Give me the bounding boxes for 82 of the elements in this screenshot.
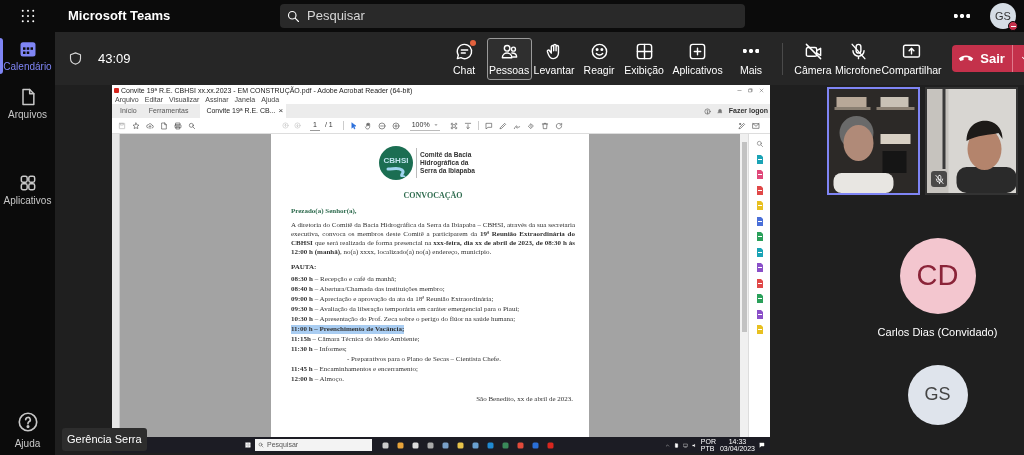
zoom-icon[interactable] [755, 140, 764, 148]
participant-name: Carlos Dias (Convidado) [877, 325, 998, 340]
tool-icon[interactable] [755, 294, 764, 303]
participant-avatar: GS [907, 364, 968, 425]
microphone-off-icon [933, 173, 945, 185]
rotate-icon[interactable] [554, 121, 563, 130]
minimize-icon[interactable] [737, 87, 742, 93]
rail-item[interactable]: Aplicativos [0, 166, 55, 214]
share-icon [902, 41, 922, 61]
search-icon [258, 442, 264, 448]
cursor-icon[interactable] [349, 121, 358, 130]
participant-avatar: CD [899, 238, 976, 314]
tool-icon[interactable] [755, 216, 764, 226]
print-icon[interactable] [174, 121, 182, 130]
star-icon[interactable] [132, 121, 140, 130]
plus-icon [688, 41, 708, 61]
leave-button[interactable]: Sair [951, 45, 1012, 72]
help-button[interactable]: Ajuda [0, 411, 55, 451]
zoom-in-icon[interactable] [391, 121, 400, 130]
mail-icon[interactable] [752, 121, 760, 130]
app-title: Microsoft Teams [68, 7, 172, 26]
cloud-upload-icon[interactable] [146, 121, 154, 130]
scrollbar[interactable] [740, 134, 748, 437]
tool-icon[interactable] [755, 170, 764, 179]
document-icon[interactable] [160, 121, 168, 130]
pen-icon[interactable] [498, 121, 507, 130]
zoom-out-icon[interactable] [377, 121, 386, 130]
close-icon[interactable] [759, 87, 764, 93]
meeting-control[interactable]: Chat [441, 37, 487, 80]
speaker-icon[interactable] [691, 442, 697, 448]
close-tab-button[interactable]: × [278, 105, 284, 117]
search-icon [286, 8, 301, 24]
meeting-control[interactable]: Levantar [531, 37, 577, 80]
scroll-icon[interactable] [463, 121, 472, 130]
camera-off-icon [803, 41, 823, 61]
acrobat-logo-icon [114, 87, 119, 93]
bell-icon[interactable] [716, 108, 723, 114]
meeting-control[interactable]: Reagir [576, 37, 622, 80]
tool-icon[interactable] [755, 309, 764, 319]
meeting-control[interactable]: Mais [728, 37, 774, 80]
tool-icon[interactable] [755, 154, 764, 164]
help-icon [16, 411, 39, 433]
meeting-timer: 43:09 [98, 49, 131, 68]
restore-icon[interactable] [748, 87, 753, 93]
hand-icon[interactable] [363, 121, 372, 130]
save-icon[interactable] [118, 121, 126, 130]
edit-icon[interactable] [738, 121, 746, 130]
microphone-off-icon [848, 41, 868, 61]
tool-icon[interactable] [755, 232, 764, 241]
meeting-control[interactable]: Pessoas [486, 37, 532, 80]
tool-icon[interactable] [755, 185, 764, 195]
phone-icon [958, 55, 975, 62]
windows-start-icon[interactable] [245, 442, 251, 448]
trash-icon[interactable] [540, 121, 549, 130]
meeting-control[interactable]: Aplicativos [666, 37, 729, 80]
tool-icon[interactable] [755, 263, 764, 272]
meeting-control[interactable]: Câmera [790, 37, 836, 80]
search-icon[interactable] [188, 121, 196, 130]
tool-icon[interactable] [755, 247, 764, 257]
layout-icon [634, 41, 654, 61]
fit-page-icon[interactable] [449, 121, 458, 130]
organization-logo: CBHSI [379, 146, 413, 180]
chevron-up-icon[interactable] [664, 442, 670, 448]
user-avatar[interactable]: GS [990, 3, 1016, 29]
more-icon[interactable] [954, 14, 970, 18]
smiley-icon [589, 41, 609, 61]
comment-icon[interactable] [484, 121, 493, 130]
shield-icon[interactable] [68, 51, 83, 66]
rail-item[interactable]: Calendário [0, 32, 55, 80]
search-field[interactable]: Pesquisar [280, 4, 745, 28]
river-icon [386, 164, 406, 177]
meeting-control[interactable]: Microfone [835, 37, 881, 80]
notification-icon[interactable] [759, 442, 765, 448]
meeting-control[interactable]: Exibição [621, 37, 667, 80]
rail-item[interactable]: Arquivos [0, 80, 55, 128]
tooltip: Gerência Serra [62, 428, 147, 451]
tool-icon[interactable] [755, 278, 764, 288]
more-icon [743, 49, 760, 53]
help-icon[interactable] [703, 107, 711, 115]
chat-icon [454, 41, 474, 61]
meeting-control[interactable]: Compartilhar [880, 37, 943, 80]
document-title: CONVOCAÇÃO [402, 190, 464, 202]
